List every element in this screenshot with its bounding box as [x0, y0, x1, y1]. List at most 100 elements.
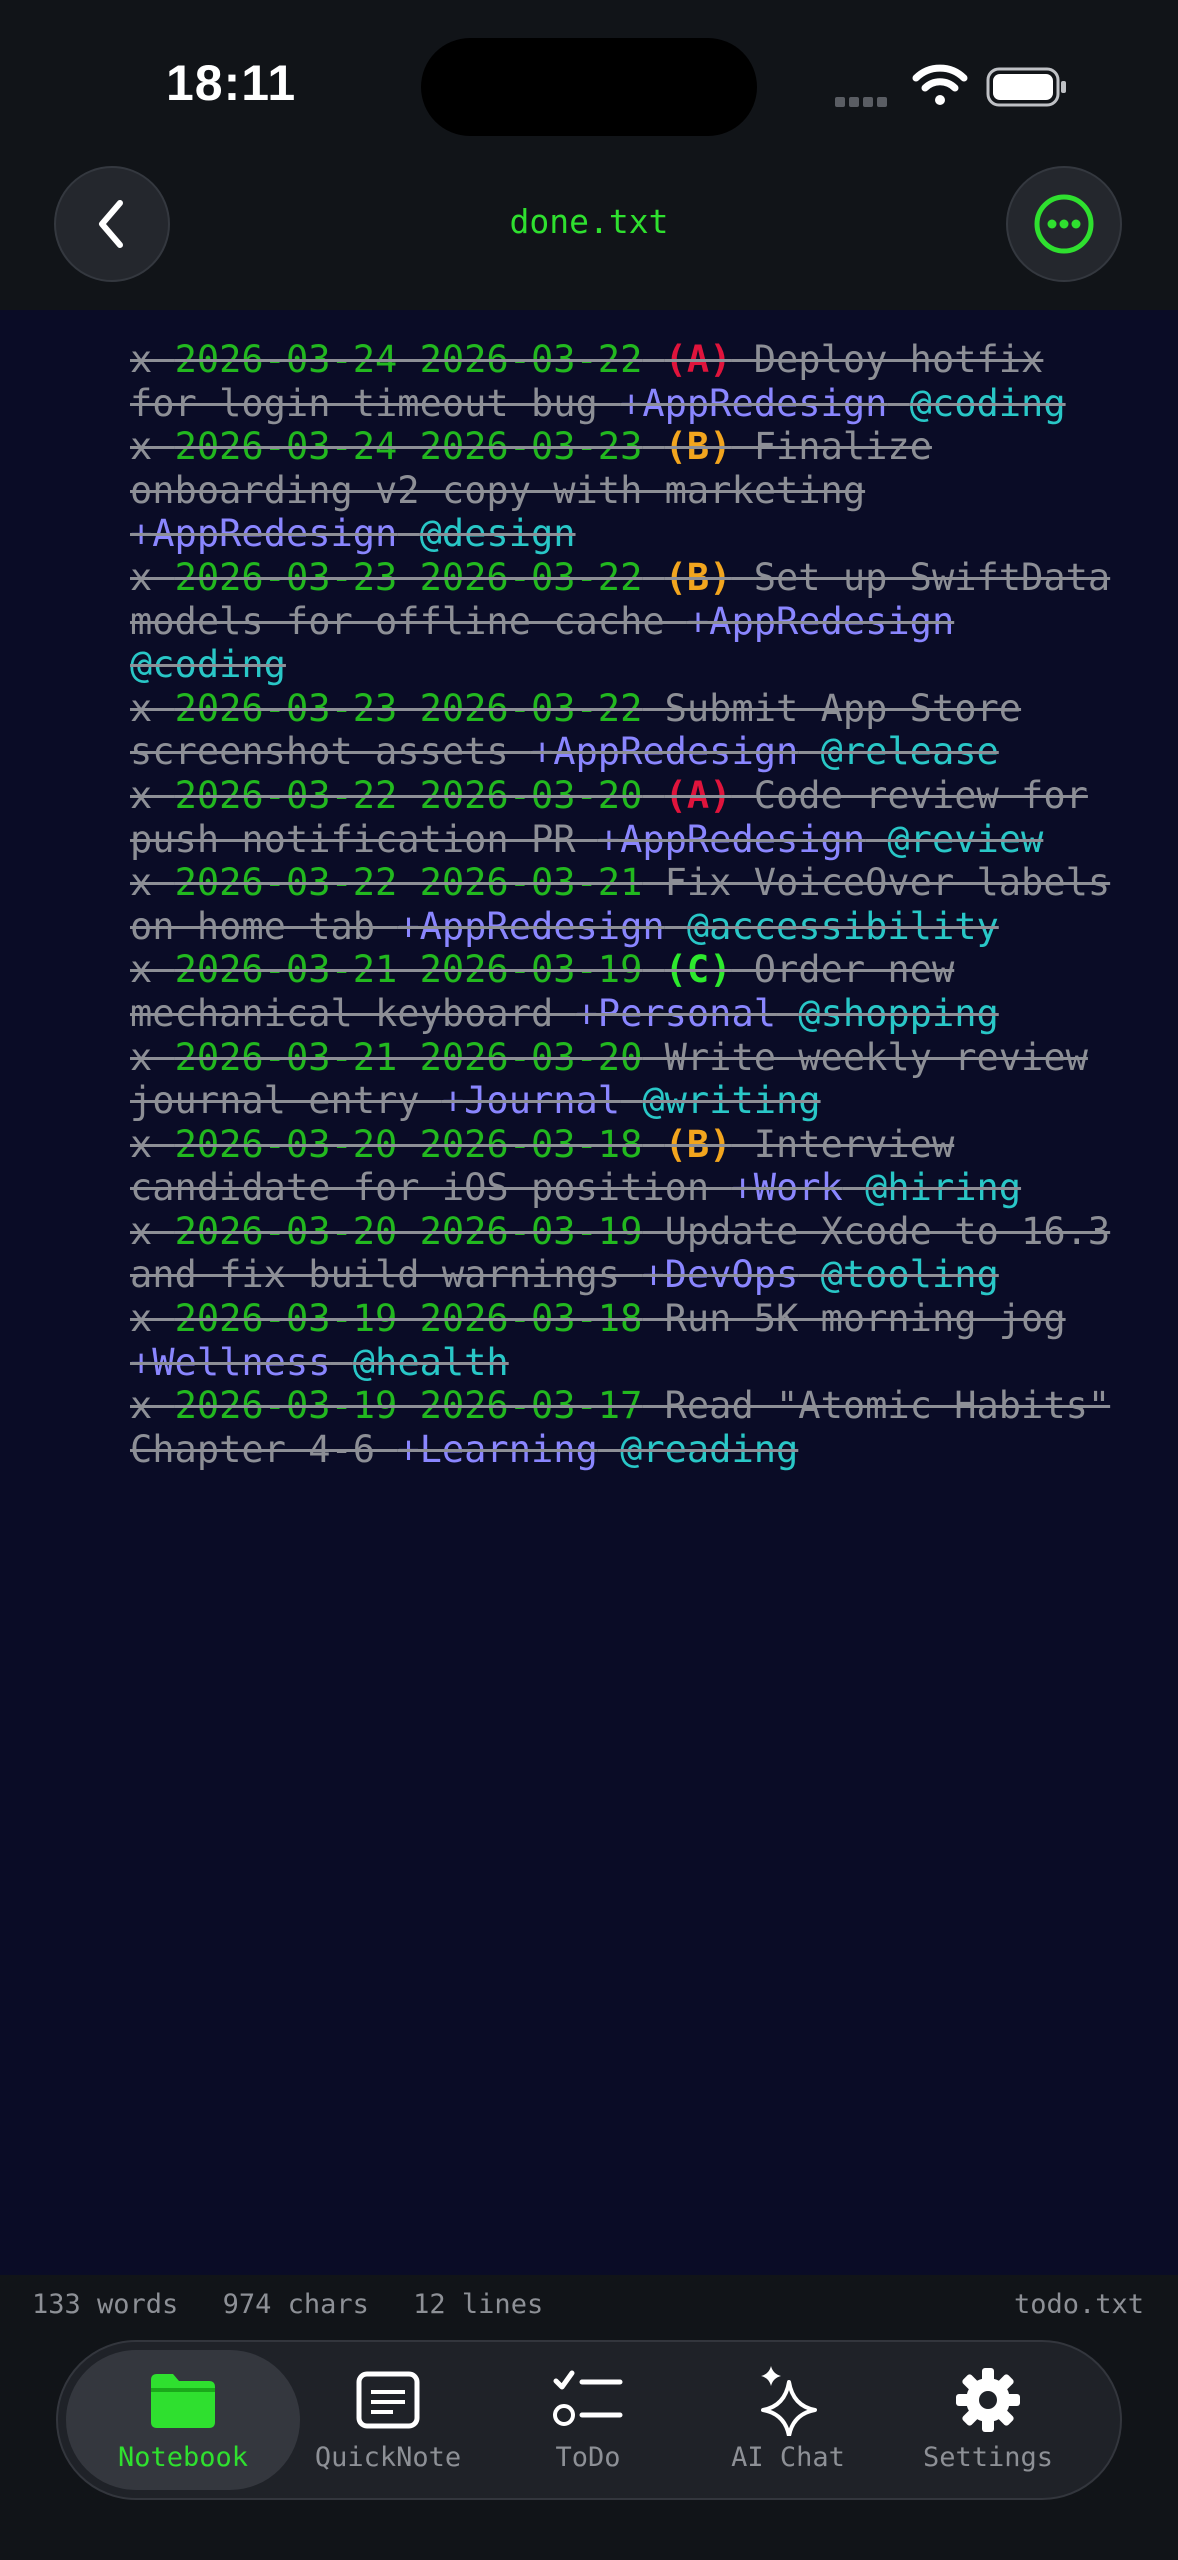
todo-text: x	[130, 555, 175, 599]
todo-text	[397, 512, 419, 555]
folder-icon	[143, 2364, 223, 2436]
todo-text: x	[130, 686, 175, 730]
context-tag: @tooling	[820, 1253, 999, 1297]
context-tag: @review	[887, 817, 1044, 861]
todo-text	[776, 992, 798, 1035]
tab-label: Settings	[922, 2442, 1054, 2473]
project-tag: +AppRedesign	[397, 904, 665, 948]
tab-ai-chat[interactable]: AI Chat	[688, 2350, 888, 2490]
tab-notebook[interactable]: Notebook	[66, 2350, 300, 2490]
context-tag: @writing	[642, 1079, 821, 1123]
project-tag: +AppRedesign	[597, 817, 866, 861]
project-tag: +Learning	[397, 1427, 598, 1471]
todo-line[interactable]: x 2026-03-24 2026-03-23 (B) Finalize onb…	[130, 425, 1130, 556]
todo-text	[642, 948, 664, 991]
todo-dates: 2026-03-19 2026-03-18	[174, 1297, 643, 1341]
tab-label: QuickNote	[314, 2442, 462, 2473]
todo-text: x	[130, 338, 175, 381]
char-count: 974 chars	[222, 2289, 369, 2320]
tab-label: Notebook	[117, 2442, 249, 2473]
todo-line[interactable]: x 2026-03-19 2026-03-18 Run 5K morning j…	[130, 1297, 1130, 1384]
context-tag: @coding	[909, 381, 1066, 425]
project-tag: +AppRedesign	[530, 730, 799, 774]
tab-label: AI Chat	[731, 2442, 845, 2473]
note-icon	[348, 2364, 428, 2436]
todo-text	[598, 1428, 620, 1471]
todo-line[interactable]: x 2026-03-21 2026-03-19 (C) Order new me…	[130, 948, 1130, 1035]
todo-text: x	[130, 773, 175, 817]
battery-icon	[986, 67, 1066, 107]
tab-settings[interactable]: Settings	[888, 2350, 1088, 2490]
project-tag: +AppRedesign	[130, 512, 398, 556]
file-title: done.txt	[509, 202, 669, 241]
context-tag: @hiring	[865, 1166, 1022, 1210]
todo-dates: 2026-03-24 2026-03-23	[174, 425, 643, 469]
context-tag: @coding	[130, 643, 286, 687]
context-tag: @shopping	[798, 991, 999, 1035]
context-tag: @design	[419, 512, 576, 556]
priority-tag: (A)	[664, 773, 732, 817]
todo-text: x	[130, 1122, 175, 1166]
more-options-button[interactable]	[1006, 166, 1122, 282]
sparkles-icon	[748, 2364, 828, 2436]
todo-text	[843, 1166, 865, 1209]
todo-dates: 2026-03-22 2026-03-20	[174, 773, 643, 817]
project-tag: +DevOps	[642, 1253, 799, 1297]
todo-text	[887, 382, 909, 425]
text-editor[interactable]: x 2026-03-24 2026-03-22 (A) Deploy hotfi…	[130, 338, 1130, 1471]
todo-line[interactable]: x 2026-03-23 2026-03-22 (B) Set up Swift…	[130, 556, 1130, 687]
context-tag: @accessibility	[686, 904, 999, 948]
todo-dates: 2026-03-21 2026-03-20	[174, 1035, 643, 1079]
todo-text	[642, 556, 664, 599]
todo-dates: 2026-03-23 2026-03-22	[174, 686, 643, 730]
cellular-signal-icon	[835, 92, 897, 107]
todo-dates: 2026-03-20 2026-03-18	[174, 1122, 643, 1166]
priority-tag: (B)	[664, 1122, 732, 1166]
context-tag: @reading	[620, 1427, 799, 1471]
todo-line[interactable]: x 2026-03-23 2026-03-22 Submit App Store…	[130, 687, 1130, 774]
todo-line[interactable]: x 2026-03-22 2026-03-21 Fix VoiceOver la…	[130, 861, 1130, 948]
todo-text: x	[130, 861, 175, 905]
priority-tag: (B)	[664, 425, 732, 469]
dynamic-island	[421, 38, 757, 136]
project-tag: +Journal	[441, 1079, 621, 1123]
todo-dates: 2026-03-22 2026-03-21	[174, 861, 643, 905]
todo-dates: 2026-03-20 2026-03-19	[174, 1209, 643, 1253]
ellipsis-circle-icon	[1034, 194, 1094, 254]
todo-text: x	[130, 1297, 175, 1341]
todo-text	[642, 338, 664, 381]
source-file-name: todo.txt	[1013, 2289, 1144, 2320]
todo-line[interactable]: x 2026-03-22 2026-03-20 (A) Code review …	[130, 774, 1130, 861]
todo-text	[642, 425, 664, 468]
todo-text: x	[130, 1384, 175, 1428]
todo-text: x	[130, 1035, 175, 1079]
tab-quicknote[interactable]: QuickNote	[288, 2350, 488, 2490]
todo-line[interactable]: x 2026-03-20 2026-03-19 Update Xcode to …	[130, 1210, 1130, 1297]
todo-text: x	[130, 1209, 175, 1253]
project-tag: +Wellness	[130, 1340, 331, 1384]
priority-tag: (C)	[664, 948, 732, 992]
project-tag: +Personal	[575, 991, 777, 1035]
wifi-icon	[912, 64, 968, 105]
todo-text: x	[130, 425, 175, 469]
todo-text	[330, 1341, 352, 1384]
todo-text	[642, 1123, 664, 1166]
todo-line[interactable]: x 2026-03-20 2026-03-18 (B) Interview ca…	[130, 1123, 1130, 1210]
status-time: 18:11	[166, 55, 297, 111]
document-info-bar: 133 words 974 chars 12 lines todo.txt	[0, 2275, 1178, 2335]
line-count: 12 lines	[413, 2289, 544, 2320]
todo-line[interactable]: x 2026-03-21 2026-03-20 Write weekly rev…	[130, 1036, 1130, 1123]
todo-line[interactable]: x 2026-03-24 2026-03-22 (A) Deploy hotfi…	[130, 338, 1130, 425]
tab-bar: Notebook QuickNote ToDo AI Chat Settings	[56, 2340, 1122, 2500]
todo-dates: 2026-03-19 2026-03-17	[174, 1384, 643, 1428]
priority-tag: (B)	[664, 555, 732, 599]
project-tag: +Work	[731, 1166, 843, 1210]
todo-line[interactable]: x 2026-03-19 2026-03-17 Read "Atomic Hab…	[130, 1384, 1130, 1471]
todo-dates: 2026-03-24 2026-03-22	[174, 338, 643, 381]
tab-todo[interactable]: ToDo	[488, 2350, 688, 2490]
todo-text	[798, 1253, 820, 1296]
todo-text	[865, 818, 887, 861]
tab-label: ToDo	[555, 2442, 621, 2473]
project-tag: +AppRedesign	[686, 599, 955, 643]
todo-text	[620, 1079, 642, 1122]
